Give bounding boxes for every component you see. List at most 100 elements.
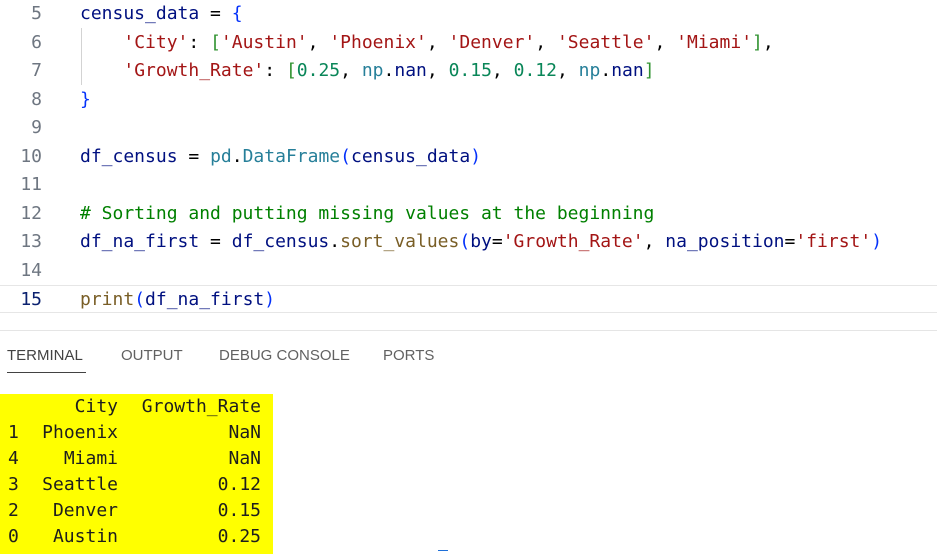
code-token: 0.25 (296, 60, 341, 81)
code-token: [ (210, 31, 221, 53)
line-number: 9 (31, 117, 42, 138)
code-token: = (177, 145, 211, 167)
header-growth-rate: Growth_Rate (141, 396, 261, 417)
line-number: 11 (20, 174, 42, 195)
code-token: ) (470, 145, 482, 167)
line-number: 14 (20, 259, 42, 281)
code-token: 0.12 (513, 60, 557, 81)
code-token: = (784, 231, 796, 252)
code-token: = (199, 3, 232, 24)
code-token: . (600, 60, 612, 81)
code-text: 'City': ['Austin', 'Phoenix', 'Denver', … (80, 29, 774, 57)
row-city: Denver (52, 500, 118, 521)
code-token: 'City' (123, 31, 189, 53)
code-token: , (340, 60, 362, 81)
code-token: by (470, 231, 492, 252)
code-line[interactable]: 15 print(df_na_first) (0, 285, 937, 313)
row-growth-rate: 0.12 (217, 474, 261, 495)
code-token: 'Phoenix' (329, 31, 427, 53)
code-line[interactable]: 12 # Sorting and putting missing values a… (0, 200, 937, 228)
code-token: , (535, 31, 557, 53)
code-token: census_data (350, 145, 471, 167)
code-text: # Sorting and putting missing values at … (80, 200, 654, 228)
code-text: census_data = { (80, 0, 243, 28)
code-token: DataFrame (242, 145, 341, 167)
code-token: . (231, 145, 243, 167)
code-line[interactable]: 10 df_census = pd.DataFrame(census_data) (0, 143, 937, 171)
bottom-panel: TERMINAL OUTPUT DEBUG CONSOLE PORTS City… (0, 331, 937, 554)
tab-output[interactable]: OUTPUT (121, 343, 183, 373)
row-index: 0 (8, 526, 19, 547)
row-city: Miami (63, 448, 118, 469)
tab-terminal[interactable]: TERMINAL (7, 343, 86, 373)
table-row: 0 Austin 0.25 (0, 524, 273, 550)
line-number: 6 (31, 31, 42, 53)
code-token: [ (285, 60, 297, 81)
line-number: 15 (20, 289, 42, 310)
code-token: ] (643, 60, 655, 81)
line-number: 10 (20, 145, 42, 167)
table-row: 3 Seattle 0.12 (0, 472, 273, 498)
code-text: print(df_na_first) (80, 286, 275, 314)
table-row: 4 Miami NaN (0, 446, 273, 472)
code-token: . (383, 60, 395, 81)
row-growth-rate: NaN (228, 448, 261, 469)
tab-ports[interactable]: PORTS (383, 343, 434, 373)
code-token: : (264, 60, 286, 81)
code-token: 'Austin' (220, 31, 308, 53)
code-line[interactable]: 11 (0, 171, 937, 199)
code-line[interactable]: 5 census_data = { (0, 0, 937, 28)
terminal-cursor (438, 550, 448, 551)
tab-debug-console[interactable]: DEBUG CONSOLE (219, 343, 350, 373)
code-token: 0.15 (448, 60, 492, 81)
table-header-row: City Growth_Rate (0, 394, 273, 420)
code-token: : (188, 31, 211, 53)
row-index: 1 (8, 422, 19, 443)
code-editor[interactable]: 5 census_data = {6 'City': ['Austin', 'Ph… (0, 0, 937, 330)
row-growth-rate: NaN (228, 422, 261, 443)
row-growth-rate: 0.15 (217, 500, 261, 521)
code-token: ( (340, 145, 351, 167)
code-text: 'Growth_Rate': [0.25, np.nan, 0.15, 0.12… (80, 57, 655, 85)
code-token: 'Growth_Rate' (502, 231, 644, 252)
line-number: 13 (20, 231, 42, 252)
code-line[interactable]: 13 df_na_first = df_census.sort_values(by… (0, 228, 937, 256)
code-token: , (762, 31, 774, 53)
code-token: ] (752, 31, 763, 53)
row-city: Phoenix (42, 422, 118, 443)
header-city: City (74, 396, 118, 417)
code-token: np (578, 60, 601, 81)
row-growth-rate: 0.25 (217, 526, 261, 547)
code-token: na_position (665, 231, 785, 252)
code-line[interactable]: 9 (0, 114, 937, 142)
code-token: df_census (80, 145, 178, 167)
code-token: 'first' (795, 231, 872, 252)
line-number: 5 (31, 3, 42, 24)
code-token: , (307, 31, 330, 53)
line-number: 8 (31, 88, 42, 110)
code-token: ( (459, 231, 471, 252)
terminal-output[interactable]: City Growth_Rate 1 Phoenix NaN 4 Miami N… (0, 394, 273, 554)
code-token: df_na_first (145, 289, 265, 310)
table-row: 1 Phoenix NaN (0, 420, 273, 446)
code-token: = (491, 231, 503, 252)
code-token: print (80, 289, 135, 310)
code-line[interactable]: 8} (0, 86, 937, 114)
code-line[interactable]: 14 (0, 257, 937, 285)
row-index: 3 (8, 474, 19, 495)
code-token: , (426, 31, 449, 53)
code-text: } (80, 86, 91, 114)
code-token: 'Seattle' (556, 31, 655, 53)
row-index: 4 (8, 448, 19, 469)
code-token: nan (394, 60, 427, 81)
code-line[interactable]: 6 'City': ['Austin', 'Phoenix', 'Denver'… (0, 29, 937, 57)
code-token: = (199, 231, 232, 252)
code-line[interactable]: 7 'Growth_Rate': [0.25, np.nan, 0.15, 0.… (0, 57, 937, 85)
code-text: df_na_first = df_census.sort_values(by='… (80, 228, 882, 256)
code-token: 'Denver' (448, 31, 536, 53)
row-city: Seattle (42, 474, 118, 495)
row-index: 2 (8, 500, 19, 521)
code-token: 'Growth_Rate' (123, 60, 265, 81)
